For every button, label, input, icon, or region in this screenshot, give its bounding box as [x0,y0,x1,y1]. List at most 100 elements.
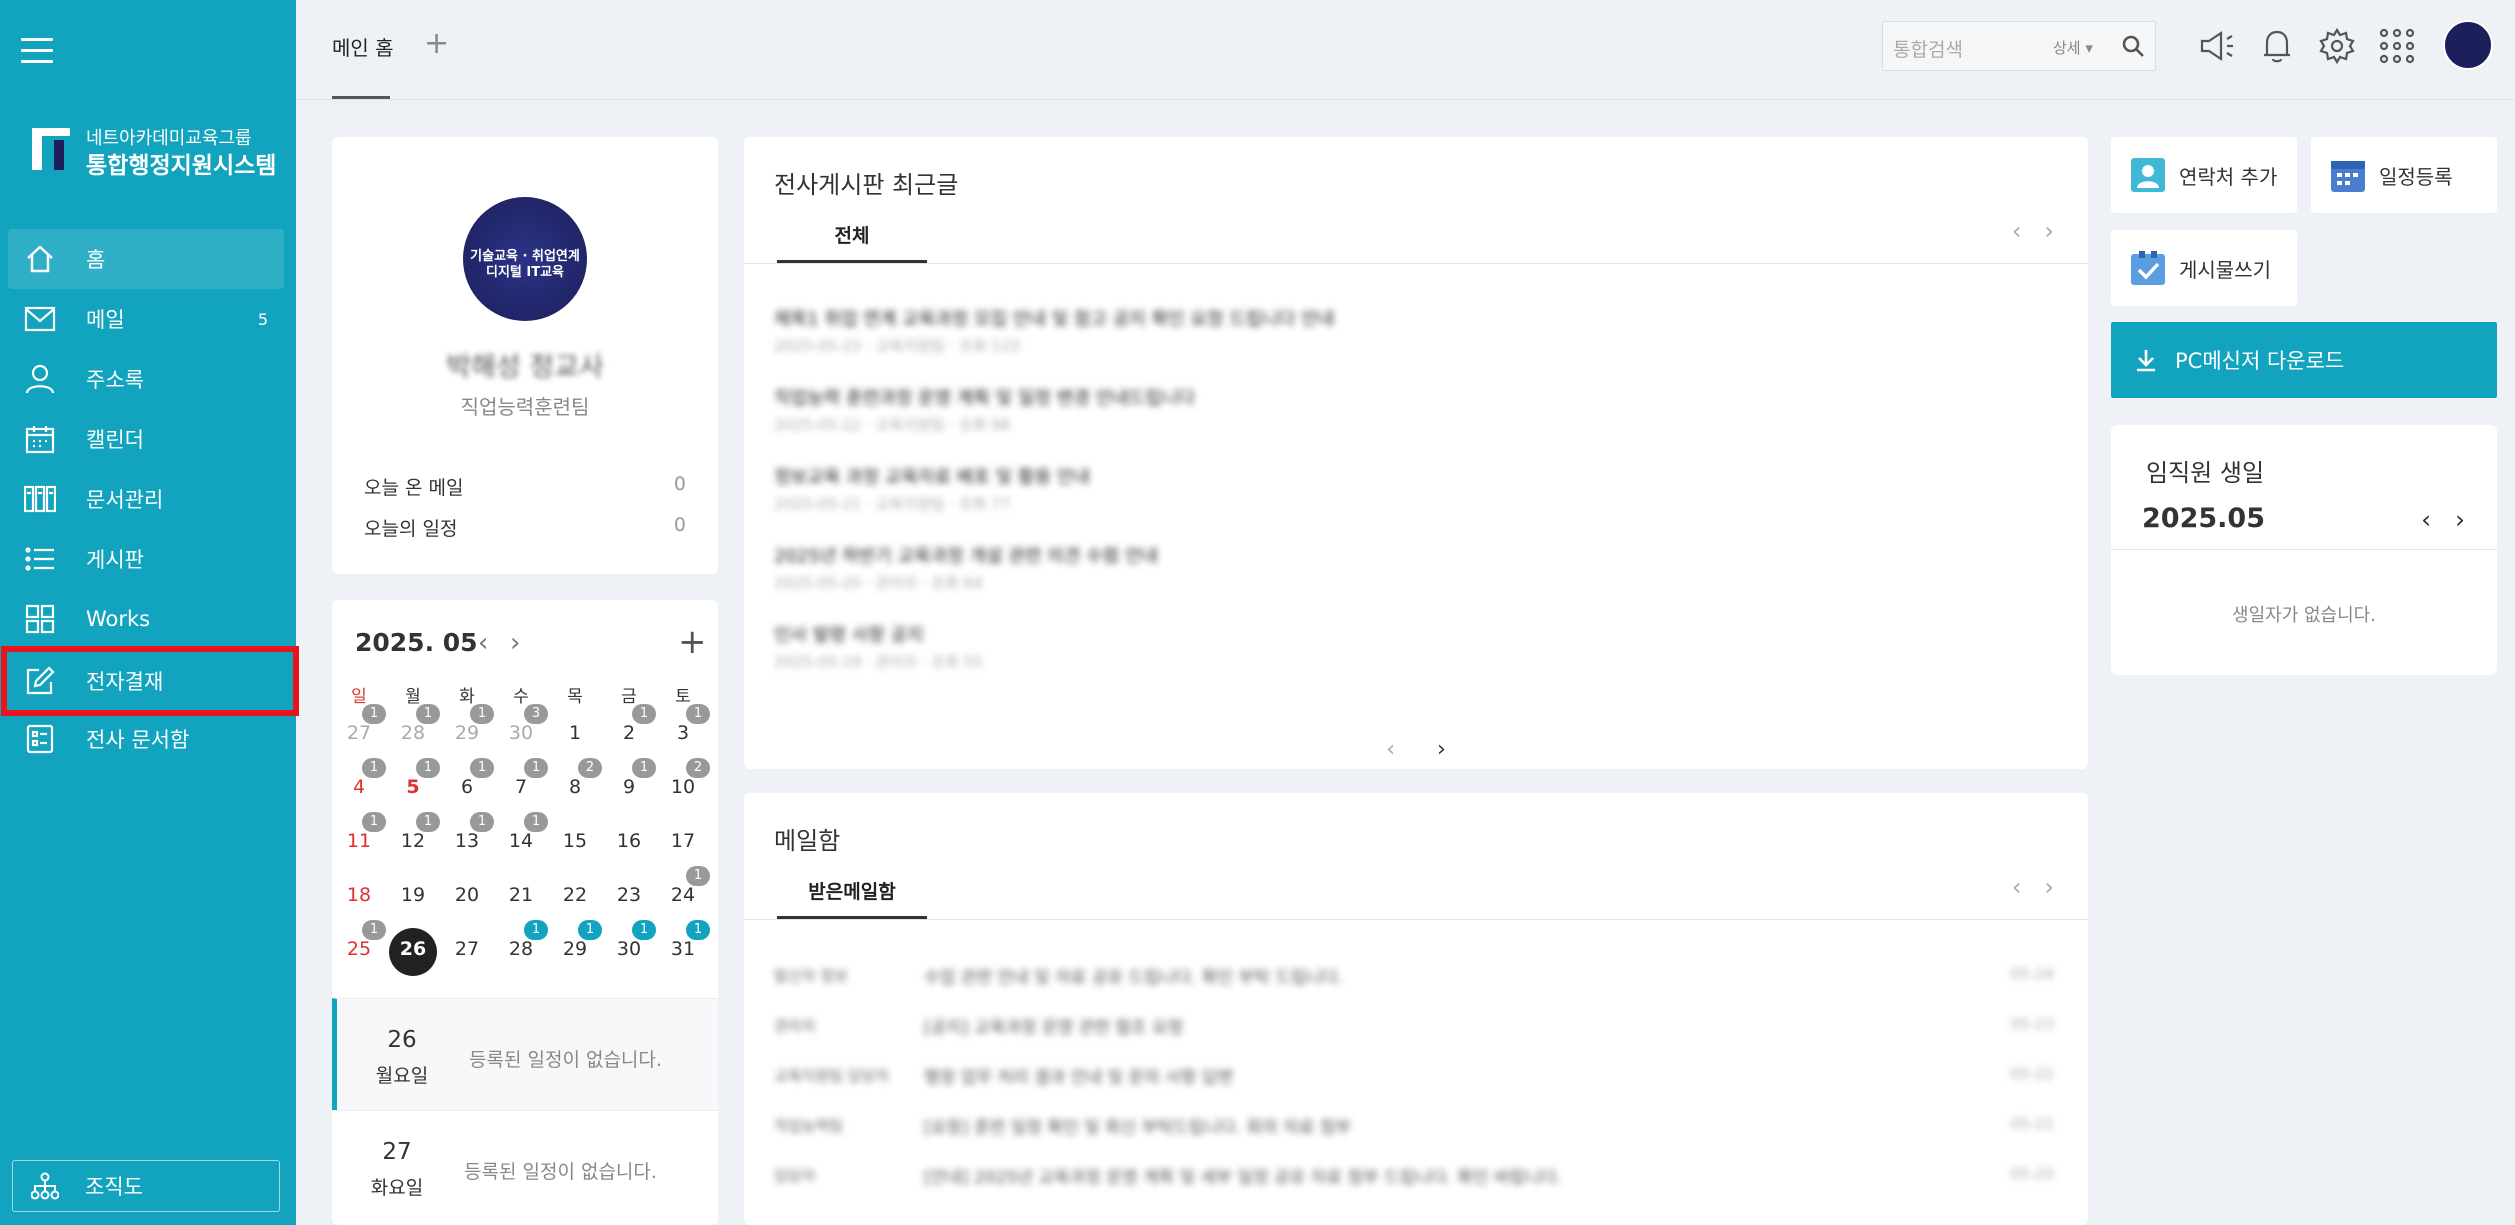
event-count-badge: 1 [524,758,548,778]
calendar-day[interactable]: 1 [548,722,602,744]
sidebar-item-board[interactable]: 게시판 [8,529,284,589]
board-post-item[interactable]: 제목1 취업 연계 교육과정 모집 안내 및 참고 공지 확인 요청 드립니다 … [774,305,2054,365]
calendar-day[interactable]: 24 [656,884,710,906]
calendar-day[interactable]: 17 [656,830,710,852]
board-next-icon[interactable]: › [1437,737,1446,762]
add-tab-icon[interactable]: + [424,26,449,61]
mail-item[interactable]: 담당자 [안내] 2025년 교육과정 운영 계획 및 세부 일정 공유 자료 첨… [774,1161,2058,1197]
tab-inbox[interactable]: 받은메일함 [777,877,927,919]
search-detail-dropdown[interactable]: 상세 ▾ [2053,37,2093,58]
today-schedule-row[interactable]: 오늘의 일정 0 [364,514,686,541]
sidebar-item-mail[interactable]: 메일 5 [8,289,284,349]
calendar-day[interactable]: 11 [332,830,386,852]
sidebar-item-archive[interactable]: 전사 문서함 [8,709,284,769]
today-mail-row[interactable]: 오늘 온 메일 0 [364,473,686,500]
calendar-day[interactable]: 27 [332,722,386,744]
calendar-day[interactable]: 7 [494,776,548,798]
calendar-prev-icon[interactable]: ‹ [478,628,488,658]
calendar-day[interactable]: 20 [440,884,494,906]
search-input[interactable]: 통합검색 [1893,35,1963,62]
add-contact-button[interactable]: 연락처 추가 [2111,137,2297,213]
calendar-day[interactable]: 6 [440,776,494,798]
calendar-day[interactable]: 23 [602,884,656,906]
mail-item[interactable]: 교육지원팀 담당자 행정 업무 처리 결과 안내 및 문의 사항 답변 05-22 [774,1061,2058,1097]
mail-subject: 수업 관련 안내 및 자료 공유 드립니다. 확인 부탁 드립니다. [924,968,1344,988]
calendar-day[interactable]: 27 [440,938,494,960]
apps-grid-icon[interactable] [2377,24,2417,68]
calendar-day[interactable]: 19 [386,884,440,906]
sidebar-item-calendar[interactable]: 캘린더 [8,409,284,469]
calendar-day[interactable]: 8 [548,776,602,798]
calendar-day[interactable]: 31 [656,938,710,960]
add-schedule-icon[interactable]: + [678,622,707,662]
mail-tab-arrows[interactable]: ‹ › [2012,873,2054,901]
calendar-day[interactable]: 10 [656,776,710,798]
write-post-button[interactable]: 게시물쓰기 [2111,230,2297,306]
calendar-day[interactable]: 26 [386,938,440,960]
calendar-day[interactable]: 30 [494,722,548,744]
board-post-item[interactable]: 2025년 하반기 교육과정 개설 관련 의견 수렴 안내 2025-05-20 … [774,542,2054,602]
calendar-day[interactable]: 22 [548,884,602,906]
sidebar-item-home[interactable]: 홈 [8,229,284,289]
org-chart-button[interactable]: 조직도 [12,1160,280,1212]
works-icon [22,603,58,635]
profile-card: 기술교육 · 취업연계 디지털 IT교육 박해성 정교사 직업능력훈련팀 오늘 온… [332,137,718,574]
board-tab-arrows[interactable]: ‹ › [2012,217,2054,245]
calendar-day[interactable]: 4 [332,776,386,798]
board-post-item[interactable]: 인사 발령 사항 공지 2025-05-19 · 관리자 · 조회 55 [774,621,2054,681]
tab-board-all[interactable]: 전체 [777,221,927,263]
tab-main-home[interactable]: 메인 홈 [332,32,394,61]
calendar-day[interactable]: 16 [602,830,656,852]
board-post-title: 인사 발령 사항 공지 [774,625,924,646]
calendar-day[interactable]: 30 [602,938,656,960]
active-tab-indicator [332,96,390,99]
search-box[interactable]: 통합검색 상세 ▾ [1882,21,2156,71]
calendar-day[interactable]: 3 [656,722,710,744]
calendar-day[interactable]: 5 [386,776,440,798]
board-post-meta: 2025-05-23 · 교육지원팀 · 조회 123 [774,337,1020,355]
calendar-day[interactable]: 13 [440,830,494,852]
notification-bell-icon[interactable] [2257,24,2297,68]
sidebar-item-documents[interactable]: 문서관리 [8,469,284,529]
contact-card-icon [2131,158,2165,192]
calendar-day[interactable]: 29 [440,722,494,744]
calendar-day[interactable]: 15 [548,830,602,852]
calendar-day[interactable]: 29 [548,938,602,960]
settings-gear-icon[interactable] [2317,24,2357,68]
pc-messenger-download-button[interactable]: PC메신저 다운로드 [2111,322,2497,398]
board-prev-icon[interactable]: ‹ [1386,737,1395,762]
mini-calendar-card: 2025. 05 ‹ › + 일 월 화 수 목 금 토 27 1 28 1 29 1 30 3 1 2 1 3 1 4… [332,600,718,1225]
user-avatar[interactable] [2443,20,2493,70]
mail-item[interactable]: 직업능력팀 [요청] 훈련 일정 확인 및 회신 부탁드립니다. 회의 자료 첨부… [774,1111,2058,1147]
search-icon[interactable] [2121,34,2145,58]
sidebar-item-works[interactable]: Works [8,589,284,649]
schedule-text: 등록된 일정이 없습니다. [469,1049,662,1071]
sidebar-item-contacts[interactable]: 주소록 [8,349,284,409]
calendar-day[interactable]: 9 [602,776,656,798]
sidebar-item-approval[interactable]: 전자결재 [1,646,299,716]
calendar-day[interactable]: 2 [602,722,656,744]
board-pager[interactable]: ‹ › [744,737,2088,762]
calendar-day[interactable]: 18 [332,884,386,906]
announcement-icon[interactable] [2197,24,2237,68]
calendar-day[interactable]: 28 [494,938,548,960]
calendar-next-icon[interactable]: › [510,628,520,658]
logo[interactable]: 네트아카데미교육그룹 통합행정지원시스템 [32,124,276,179]
calendar-day[interactable]: 25 [332,938,386,960]
event-count-badge: 1 [686,866,710,886]
calendar-day[interactable]: 12 [386,830,440,852]
board-post-item[interactable]: 정보교육 과정 교육자료 배포 및 활용 안내 2025-05-21 · 교육지원… [774,463,2054,523]
mail-subject: [요청] 훈련 일정 확인 및 회신 부탁드립니다. 회의 자료 첨부 [924,1118,1352,1138]
calendar-day[interactable]: 21 [494,884,548,906]
birthday-nav-arrows[interactable]: ‹ › [2421,505,2465,534]
board-post-item[interactable]: 직업능력 훈련과정 운영 계획 및 일정 변경 안내드립니다 2025-05-22… [774,384,2054,444]
mail-item[interactable]: 발신자 정보 수업 관련 안내 및 자료 공유 드립니다. 확인 부탁 드립니다.… [774,961,2058,997]
calendar-day[interactable]: 14 [494,830,548,852]
calendar-day[interactable]: 28 [386,722,440,744]
add-schedule-button[interactable]: 일정등록 [2311,137,2497,213]
schedule-item[interactable]: 27 화요일 등록된 일정이 없습니다. [332,1110,718,1222]
menu-toggle-icon[interactable] [21,38,53,66]
schedule-item[interactable]: 26 월요일 등록된 일정이 없습니다. [332,998,718,1110]
mail-item[interactable]: 관리자 [공지] 교육과정 운영 관련 협조 요청 05-23 [774,1011,2058,1047]
sidebar-item-label: Works [86,607,151,631]
